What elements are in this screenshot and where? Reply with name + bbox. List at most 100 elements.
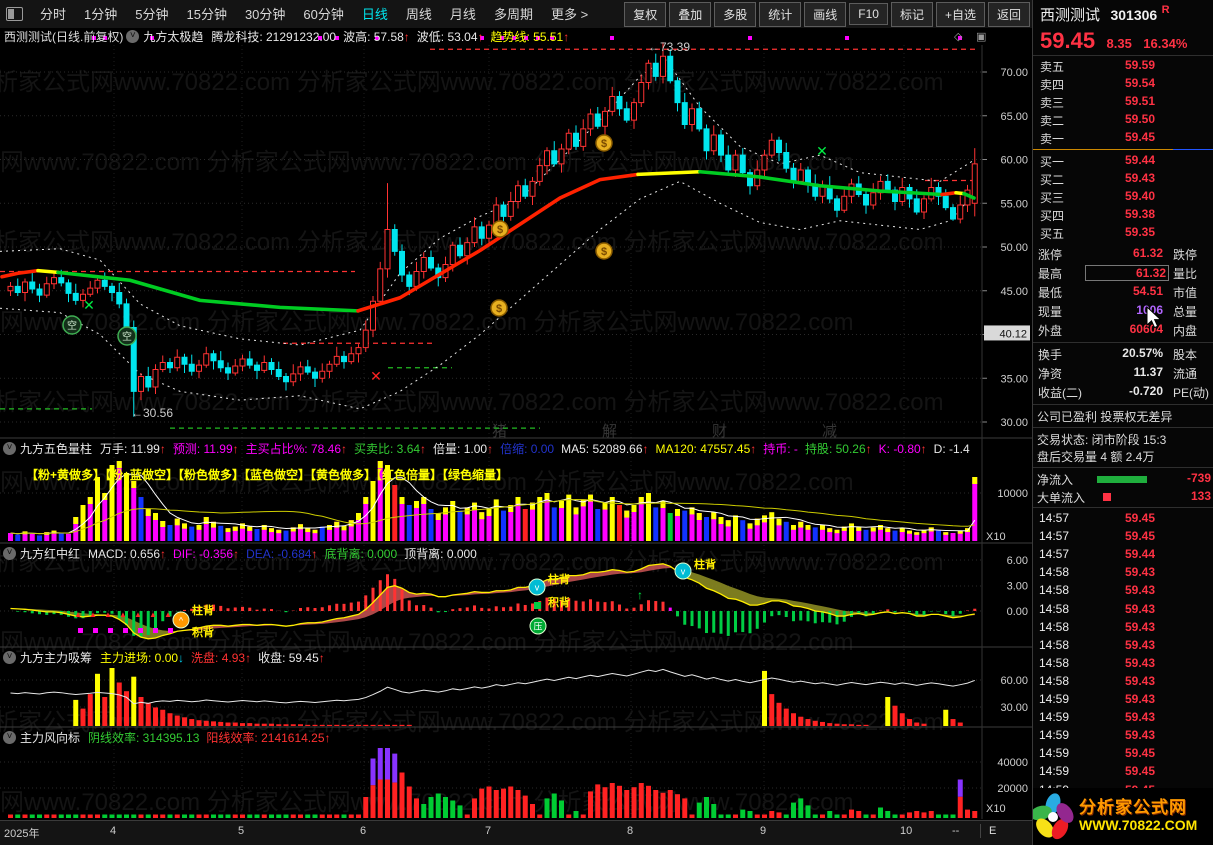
date-axis-label: --: [952, 825, 960, 837]
chevron-down-icon[interactable]: ˅: [3, 442, 16, 455]
date-axis-label: 8: [627, 825, 634, 837]
indicator-field: 主买占比%: 78.46↑: [245, 442, 348, 456]
toolbar-button-返回[interactable]: 返回: [987, 1, 1030, 27]
svg-text:40000: 40000: [997, 757, 1028, 769]
toolbar-button-叠加[interactable]: 叠加: [669, 1, 712, 27]
macd-signal-badge: v: [674, 562, 692, 580]
indicator-field: MA120: 47557.45↑: [655, 441, 757, 456]
svg-text:$: $: [496, 303, 502, 315]
date-axis-label: 7: [485, 825, 492, 837]
svg-text:▲: ▲: [134, 610, 142, 619]
svg-text:3.00: 3.00: [1007, 581, 1028, 593]
timeframe-15分钟[interactable]: 15分钟: [177, 7, 235, 22]
chevron-down-icon[interactable]: ˅: [3, 547, 16, 560]
up-arrow-icon: ↑: [232, 442, 239, 456]
toolbar-button-+自选[interactable]: +自选: [935, 1, 985, 27]
divider: [1033, 507, 1213, 508]
xichou-panel-header: ˅ 九方主力吸筹 主力进场: 0.00↓ 洗盘: 4.93↑ 收盘: 59.45↑: [0, 649, 1032, 666]
flower-logo-icon: [1033, 792, 1074, 839]
chevron-down-icon[interactable]: ˅: [3, 651, 16, 664]
money-bag-icon: $: [490, 299, 508, 317]
panel-name[interactable]: 九方五色量柱: [20, 440, 92, 457]
indicator-field: 收盘: 59.45↑: [258, 651, 325, 665]
volume-panel-header: ˅ 九方五色量柱 万手: 11.99↑ 预测: 11.99↑ 主买占比%: 78.46↑…: [0, 440, 1032, 457]
svg-text:$: $: [497, 224, 503, 236]
mouse-cursor-icon: [1146, 306, 1162, 329]
money-bag-icon: $: [595, 242, 613, 260]
toolbar-button-复权[interactable]: 复权: [624, 1, 667, 27]
indicator-field: 洗盘: 4.93↑: [191, 651, 252, 665]
chevron-down-icon[interactable]: ˅: [3, 731, 16, 744]
indicator-field: MA5: 52089.66↑: [561, 441, 649, 456]
expand-button[interactable]: E: [980, 824, 996, 838]
date-axis[interactable]: E 2025年 4 5 6 7 8 9 10 --: [0, 820, 1032, 845]
timeframe-月线[interactable]: 月线: [441, 7, 485, 22]
svg-text:45.00: 45.00: [1000, 286, 1028, 298]
chevron-down-icon[interactable]: ˅: [126, 30, 140, 43]
macd-signal-badge: ^: [172, 611, 190, 629]
indicator-field: 买卖比: 3.64↑: [354, 442, 427, 456]
timeframe-30分钟[interactable]: 30分钟: [236, 7, 294, 22]
svg-text:分析家公式网www.70822.com 分析家公式网www.: 分析家公式网www.70822.com 分析家公式网www.70822.com …: [0, 69, 944, 96]
stock-name: 西测测试: [1040, 7, 1101, 24]
date-axis-label: 5: [238, 825, 245, 837]
last-price: 59.45: [1040, 28, 1096, 53]
up-arrow-icon: ↑: [324, 731, 331, 745]
toolbar-button-多股[interactable]: 多股: [714, 1, 757, 27]
svg-text:v: v: [681, 567, 686, 577]
svg-text:$: $: [601, 246, 607, 258]
svg-text:积背: 积背: [192, 625, 214, 639]
timeframe-1分钟[interactable]: 1分钟: [75, 7, 126, 22]
panel-name[interactable]: 九方红中红: [20, 545, 80, 562]
indicator-name[interactable]: 九方太极趋: [143, 28, 203, 45]
diamond-icon[interactable]: ◇: [954, 30, 962, 43]
svg-text:60.00: 60.00: [1000, 155, 1028, 167]
up-arrow-icon: ↑: [420, 442, 427, 456]
price-axis: 70.0065.0060.0055.0050.0045.0040.0035.00…: [982, 67, 1030, 429]
chart-area[interactable]: 分析家公式网www.70822.com 分析家公式网www.70822.com …: [0, 28, 1032, 845]
timeframe-toolbar: 分时 1分钟 5分钟 15分钟 30分钟 60分钟 日线 周线 月线 多周期 更多 > 复权 叠加 多股…: [0, 0, 1032, 29]
svg-text:v: v: [535, 583, 540, 593]
orderbook-separator: [1033, 149, 1213, 151]
date-axis-label: 2025年: [4, 828, 40, 840]
toolbar-right-buttons: 复权 叠加 多股 统计 画线 F10 标记 +自选 返回: [621, 1, 1032, 27]
timeframe-60分钟[interactable]: 60分钟: [294, 7, 352, 22]
site-logo[interactable]: 分析家公式网 WWW.70822.COM: [1033, 788, 1213, 845]
svg-text:30.00: 30.00: [1000, 417, 1028, 429]
panel-name[interactable]: 主力风向标: [20, 729, 80, 746]
timeframe-5分钟[interactable]: 5分钟: [126, 7, 177, 22]
svg-text:70.00: 70.00: [1000, 67, 1028, 79]
x-marker: ✕: [370, 368, 382, 384]
timeframe-周线[interactable]: 周线: [397, 7, 441, 22]
indicator-field: 倍缩: 0.00: [500, 442, 555, 456]
svg-text:▲: ▲: [119, 610, 127, 619]
pane-icon[interactable]: ▣: [976, 30, 986, 43]
indicator-field: 持股: 50.26↑: [804, 442, 872, 456]
toolbar-button-标记[interactable]: 标记: [890, 1, 933, 27]
macd-panel-header: ˅ 九方红中红 MACD: 0.656↑ DIF: -0.356↑ DEA: -0.68…: [0, 545, 1032, 562]
svg-text:▲: ▲: [74, 610, 82, 619]
svg-text:30.00: 30.00: [1000, 702, 1028, 714]
svg-text:65.00: 65.00: [1000, 111, 1028, 123]
svg-text:$: $: [601, 138, 607, 150]
registered-flag: R: [1161, 4, 1170, 16]
svg-text:柱背: 柱背: [192, 603, 214, 617]
svg-text:10000: 10000: [997, 488, 1028, 500]
timeframe-分时[interactable]: 分时: [31, 7, 75, 22]
indicator-field: 腾龙科技: 21291232.00: [211, 30, 337, 44]
timeframe-更多 >[interactable]: 更多 >: [542, 7, 597, 22]
window-split-icon[interactable]: [6, 7, 23, 21]
toolbar-button-统计[interactable]: 统计: [759, 1, 802, 27]
up-arrow-icon: ↑: [318, 651, 325, 665]
timeframe-多周期[interactable]: 多周期: [485, 7, 542, 22]
panel-name[interactable]: 九方主力吸筹: [20, 649, 92, 666]
timeframe-日线[interactable]: 日线: [353, 7, 397, 22]
toolbar-button-画线[interactable]: 画线: [804, 1, 847, 27]
toolbar-button-F10[interactable]: F10: [849, 3, 888, 25]
kong-marker: 空: [62, 315, 82, 335]
chart-canvas[interactable]: 分析家公式网www.70822.com 分析家公式网www.70822.com …: [0, 28, 1032, 845]
svg-text:解: 解: [602, 423, 617, 440]
up-arrow-icon: ↑: [642, 441, 649, 456]
svg-text:X10: X10: [986, 803, 1006, 815]
svg-text:35.00: 35.00: [1000, 373, 1028, 385]
